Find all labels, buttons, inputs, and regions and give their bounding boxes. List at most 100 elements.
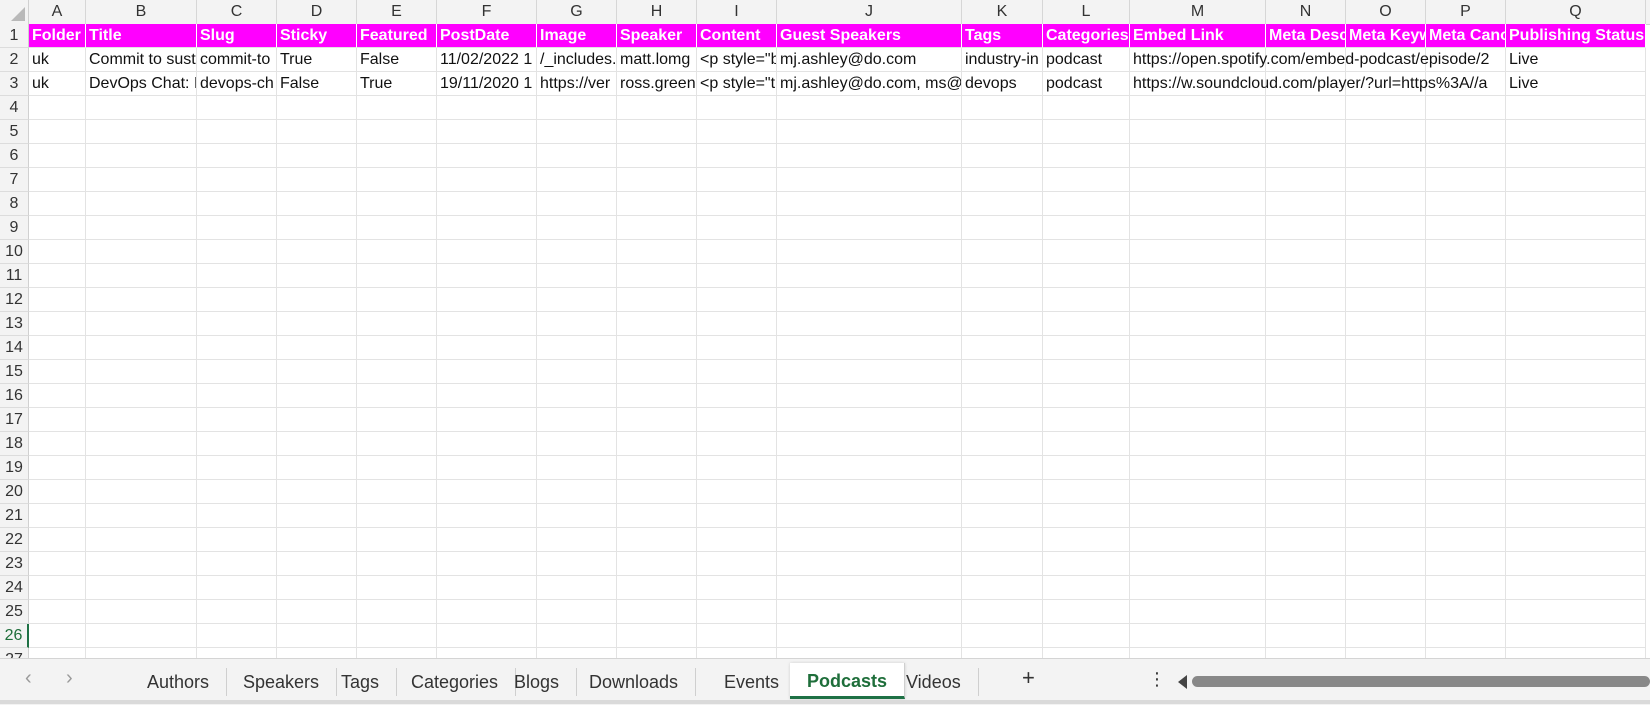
cell[interactable] — [277, 384, 357, 408]
cell[interactable] — [197, 360, 277, 384]
cell[interactable] — [777, 144, 962, 168]
cell[interactable] — [1506, 240, 1646, 264]
cell[interactable] — [1506, 576, 1646, 600]
header-cell[interactable]: Title — [86, 24, 197, 48]
cell[interactable] — [1266, 144, 1346, 168]
cell[interactable] — [537, 528, 617, 552]
cell[interactable] — [437, 360, 537, 384]
cell[interactable] — [537, 552, 617, 576]
cell[interactable] — [777, 408, 962, 432]
row-header[interactable]: 24 — [0, 576, 29, 600]
cell[interactable] — [1130, 384, 1266, 408]
cell[interactable] — [1130, 360, 1266, 384]
cell[interactable] — [1043, 264, 1130, 288]
cell[interactable] — [86, 576, 197, 600]
cell[interactable] — [617, 288, 697, 312]
cell[interactable] — [1130, 264, 1266, 288]
cell[interactable] — [357, 360, 437, 384]
cell[interactable] — [697, 216, 777, 240]
cell[interactable] — [1506, 216, 1646, 240]
cell[interactable] — [617, 528, 697, 552]
cell[interactable] — [277, 168, 357, 192]
cell[interactable] — [357, 408, 437, 432]
cell[interactable] — [1266, 648, 1346, 658]
cell[interactable] — [1266, 384, 1346, 408]
cell[interactable] — [29, 528, 86, 552]
cell[interactable] — [277, 480, 357, 504]
cell[interactable] — [86, 120, 197, 144]
cell[interactable] — [86, 360, 197, 384]
cell[interactable] — [1426, 144, 1506, 168]
cell[interactable] — [777, 264, 962, 288]
cell[interactable] — [617, 480, 697, 504]
cell[interactable] — [29, 360, 86, 384]
cell[interactable] — [29, 480, 86, 504]
cell[interactable] — [197, 480, 277, 504]
cell[interactable] — [697, 432, 777, 456]
cell[interactable] — [357, 288, 437, 312]
cell[interactable] — [617, 432, 697, 456]
cell[interactable] — [777, 504, 962, 528]
row-header[interactable]: 26 — [0, 624, 29, 648]
cell[interactable] — [617, 240, 697, 264]
cell[interactable] — [29, 312, 86, 336]
cell[interactable] — [1043, 528, 1130, 552]
cell[interactable] — [197, 456, 277, 480]
cell[interactable] — [1266, 168, 1346, 192]
cell[interactable] — [1426, 648, 1506, 658]
cell[interactable] — [1346, 576, 1426, 600]
cell[interactable] — [1130, 312, 1266, 336]
header-cell[interactable]: Content — [697, 24, 777, 48]
cell[interactable] — [437, 120, 537, 144]
column-header[interactable]: A — [29, 0, 86, 24]
cell[interactable] — [1346, 192, 1426, 216]
cell[interactable] — [1346, 624, 1426, 648]
cell[interactable] — [437, 168, 537, 192]
cell[interactable] — [1043, 96, 1130, 120]
cell[interactable] — [1130, 576, 1266, 600]
cell[interactable] — [86, 168, 197, 192]
sheet-tab-videos[interactable]: Videos — [889, 668, 979, 696]
row-header[interactable]: 6 — [0, 144, 29, 168]
cell[interactable] — [1130, 192, 1266, 216]
cell[interactable] — [197, 144, 277, 168]
cell[interactable] — [29, 336, 86, 360]
cell[interactable] — [1266, 240, 1346, 264]
cell[interactable] — [86, 216, 197, 240]
cell[interactable] — [697, 192, 777, 216]
cell[interactable] — [86, 504, 197, 528]
cell[interactable] — [1346, 144, 1426, 168]
row-header[interactable]: 27 — [0, 648, 29, 658]
cell[interactable] — [1346, 336, 1426, 360]
cell[interactable] — [357, 384, 437, 408]
cell[interactable] — [1506, 264, 1646, 288]
cell[interactable] — [1506, 288, 1646, 312]
cell[interactable] — [617, 504, 697, 528]
cell[interactable] — [86, 600, 197, 624]
cell[interactable] — [277, 216, 357, 240]
cell[interactable] — [1346, 360, 1426, 384]
cell[interactable] — [1130, 120, 1266, 144]
cell[interactable] — [357, 504, 437, 528]
cell[interactable] — [1506, 480, 1646, 504]
cell[interactable] — [962, 600, 1043, 624]
cell[interactable] — [1266, 432, 1346, 456]
cell[interactable] — [437, 96, 537, 120]
cell[interactable] — [29, 504, 86, 528]
cell[interactable] — [1426, 624, 1506, 648]
cell[interactable] — [357, 480, 437, 504]
cell[interactable]: DevOps Chat: I — [86, 72, 197, 96]
cell[interactable] — [537, 408, 617, 432]
cell[interactable] — [962, 312, 1043, 336]
row-header[interactable]: 2 — [0, 48, 29, 72]
cell[interactable] — [197, 600, 277, 624]
cell[interactable]: mj.ashley@do.com, ms@ — [777, 72, 962, 96]
cell[interactable] — [437, 408, 537, 432]
select-all-button[interactable] — [0, 0, 29, 24]
cell[interactable]: uk — [29, 48, 86, 72]
row-header[interactable]: 14 — [0, 336, 29, 360]
cell[interactable] — [777, 192, 962, 216]
cell[interactable] — [277, 504, 357, 528]
cell[interactable] — [777, 336, 962, 360]
cell[interactable] — [962, 192, 1043, 216]
